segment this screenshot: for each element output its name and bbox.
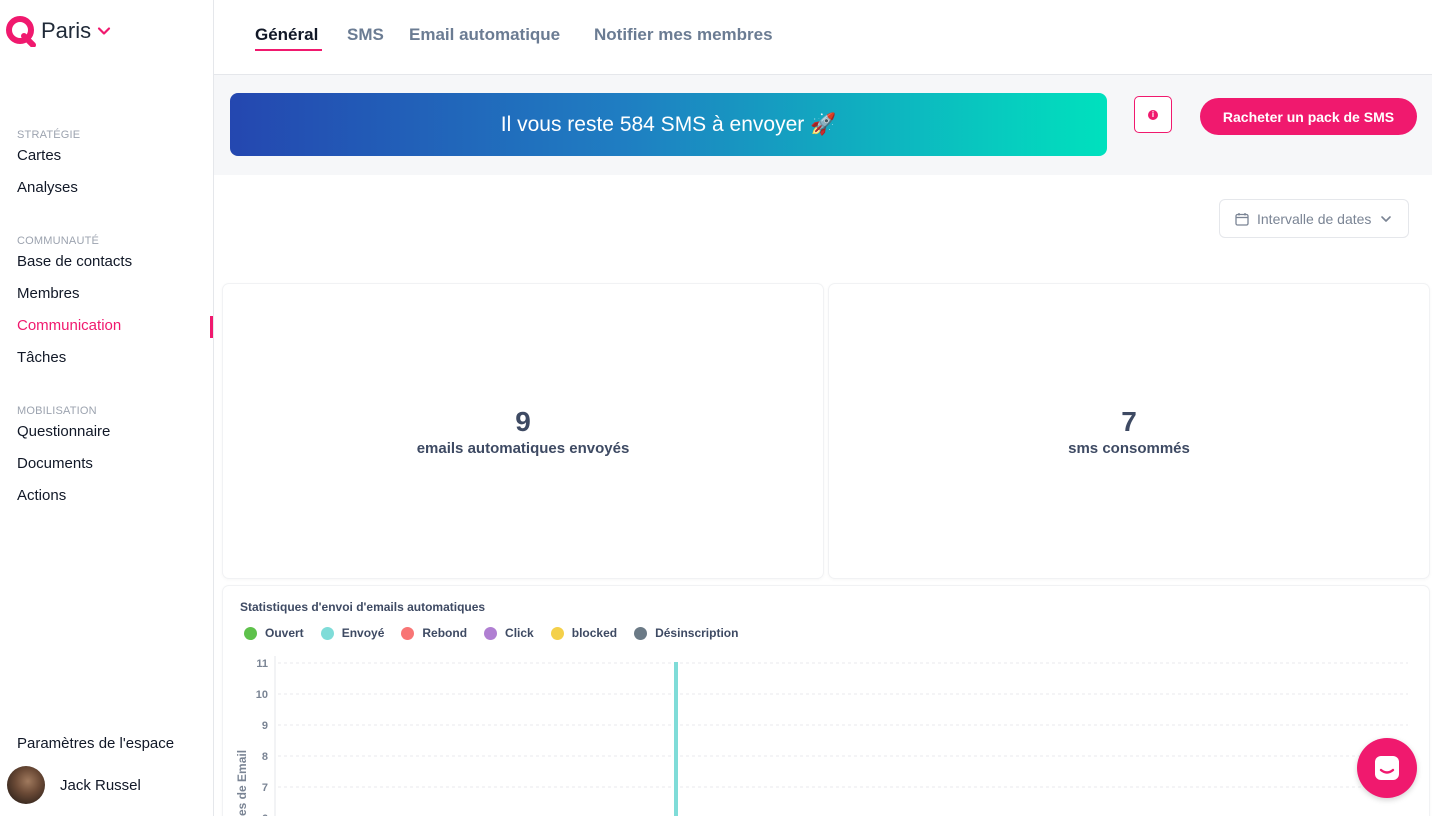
date-range-picker[interactable]: Intervalle de dates (1219, 199, 1409, 238)
sidebar-item-documents[interactable]: Documents (17, 455, 93, 472)
series-line-envoye (674, 662, 678, 816)
chart-plot: 67891011es de Email (235, 656, 1408, 816)
workspace-settings-link[interactable]: Paramètres de l'espace (17, 735, 174, 752)
sidebar-item-analyses[interactable]: Analyses (17, 179, 78, 196)
stat-value: 7 (1121, 405, 1137, 437)
user-profile[interactable]: Jack Russel (7, 766, 141, 804)
sidebar-item-base-de-contacts[interactable]: Base de contacts (17, 253, 132, 270)
sms-credit-area: Il vous reste 584 SMS à envoyer 🚀 i Rach… (214, 75, 1432, 175)
sidebar-item-questionnaire[interactable]: Questionnaire (17, 423, 110, 440)
info-button[interactable]: i (1134, 96, 1172, 133)
sidebar-item-taches[interactable]: Tâches (17, 349, 66, 366)
avatar (7, 766, 45, 804)
nav-section-mobilisation: MOBILISATION (17, 405, 97, 417)
sms-remaining-banner: Il vous reste 584 SMS à envoyer 🚀 (230, 93, 1107, 156)
buy-sms-pack-button[interactable]: Racheter un pack de SMS (1200, 98, 1417, 135)
nav-section-strategie: STRATÉGIE (17, 129, 81, 141)
stat-value: 9 (515, 405, 531, 437)
stat-card-emails: 9 emails automatiques envoyés (223, 284, 823, 578)
y-tick-label: 9 (262, 720, 268, 732)
sidebar-item-membres[interactable]: Membres (17, 285, 80, 302)
y-tick-label: 7 (262, 782, 268, 794)
sidebar-item-communication[interactable]: Communication (17, 317, 121, 334)
sidebar-item-actions[interactable]: Actions (17, 487, 66, 504)
communication-tabs: Général SMS Email automatique Notifier m… (214, 0, 1432, 75)
stat-label: sms consommés (1068, 439, 1190, 457)
y-tick-label: 8 (262, 751, 268, 763)
y-axis-label: es de Email (235, 750, 249, 816)
stat-card-sms: 7 sms consommés (829, 284, 1429, 578)
active-item-marker (210, 316, 213, 338)
nav-section-communaute: COMMUNAUTÉ (17, 235, 100, 247)
chat-icon (1375, 756, 1399, 780)
info-icon: i (1148, 109, 1158, 120)
workspace-switcher[interactable]: Paris (5, 15, 111, 47)
tab-general[interactable]: Général (255, 25, 323, 51)
date-range-label: Intervalle de dates (1257, 210, 1372, 227)
workspace-name: Paris (41, 18, 92, 43)
tab-email-automatique[interactable]: Email automatique (409, 25, 560, 45)
calendar-icon (1235, 212, 1249, 226)
stat-label: emails automatiques envoyés (416, 439, 630, 457)
tab-sms[interactable]: SMS (347, 25, 384, 45)
tab-notifier-mes-membres[interactable]: Notifier mes membres (594, 25, 773, 45)
chevron-down-icon (1381, 215, 1392, 222)
sidebar: Paris STRATÉGIE Cartes Analyses COMMUNAU… (0, 0, 214, 816)
y-tick-label: 11 (256, 658, 268, 670)
user-name: Jack Russel (60, 776, 141, 794)
email-stats-chart-card: Statistiques d'envoi d'emails automatiqu… (223, 586, 1429, 816)
quorum-logo-icon (6, 16, 36, 47)
y-tick-label: 10 (256, 689, 268, 701)
support-chat-button[interactable] (1357, 738, 1417, 798)
sidebar-item-cartes[interactable]: Cartes (17, 147, 61, 164)
chevron-down-icon (98, 27, 111, 35)
